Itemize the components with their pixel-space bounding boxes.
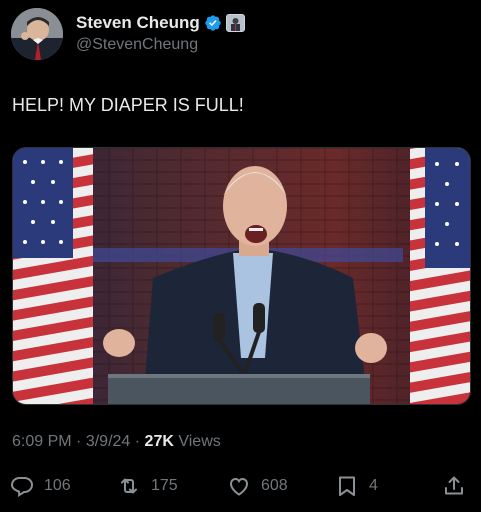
author-name[interactable]: Steven Cheung [76, 13, 200, 33]
repost-icon [121, 478, 137, 494]
tweet-meta: 6:09 PM · 3/9/24 · 27K Views [12, 433, 221, 451]
repost-button[interactable]: 175 [117, 470, 178, 502]
tweet-text: HELP! MY DIAPER IS FULL! [12, 95, 244, 115]
meta-separator: · [76, 433, 86, 450]
like-count: 608 [261, 477, 288, 494]
tweet-date[interactable]: 3/9/24 [86, 433, 130, 450]
bookmark-button[interactable]: 4 [335, 470, 378, 502]
avatar-image [11, 8, 63, 60]
tweet-media-image[interactable] [12, 147, 471, 405]
share-button[interactable] [442, 470, 466, 502]
author-name-row: Steven Cheung [76, 12, 245, 34]
verified-badge-icon [205, 15, 221, 31]
share-icon [445, 476, 463, 495]
repost-count: 175 [151, 477, 178, 494]
tweet-time[interactable]: 6:09 PM [12, 433, 72, 450]
reply-button[interactable]: 106 [10, 470, 71, 502]
meta-separator: · [134, 433, 145, 450]
affiliate-badge-icon[interactable] [225, 14, 245, 32]
bookmark-icon [339, 476, 355, 496]
like-icon [229, 477, 249, 496]
avatar[interactable] [11, 8, 63, 60]
author-handle[interactable]: @StevenCheung [76, 36, 198, 54]
views-count: 27K [144, 433, 174, 450]
reply-count: 106 [44, 477, 71, 494]
reply-icon [10, 477, 34, 498]
like-button[interactable]: 608 [227, 470, 288, 502]
bookmark-count: 4 [369, 477, 378, 494]
action-bar: 106 175 608 4 [0, 470, 481, 502]
views-label: Views [178, 433, 221, 450]
